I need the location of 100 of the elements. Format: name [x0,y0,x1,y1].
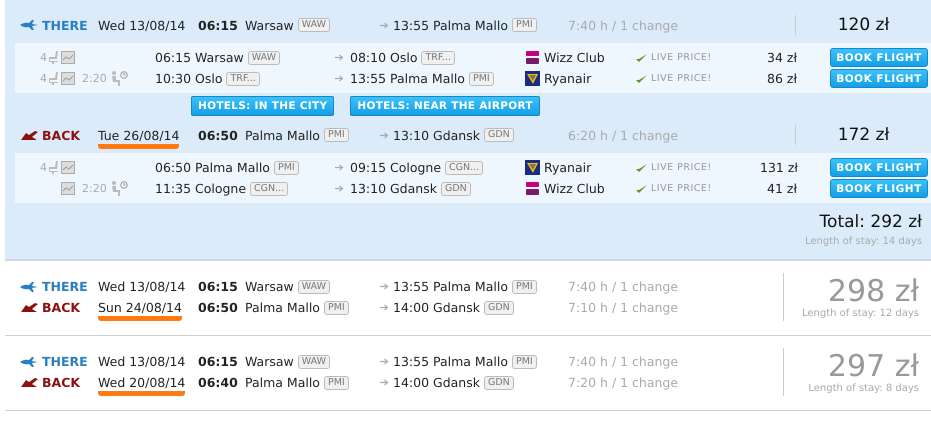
check-icon [636,184,647,194]
segment-price: 34 zł [766,50,797,65]
airport-code: PMI [324,128,349,142]
departure-city: Palma Mallo [245,128,320,142]
departure-place: 10:30 Oslo [155,71,222,86]
length-of-stay: Length of stay: 12 days [802,308,919,318]
flight-duration: 7:20 h / 1 change [568,375,678,390]
airline-name: Ryanair [544,160,592,175]
airport-code: PMI [512,280,537,294]
chart-icon [61,51,75,64]
departure-city: Warsaw [245,279,294,294]
live-price-label: LIVE PRICE! [651,73,712,84]
airport-code: PMI [512,354,537,368]
total-price: Total: 292 zł [820,212,922,232]
flight-duration: 7:40 h / 1 change [568,354,678,369]
book-flight-button[interactable]: BOOK FLIGHT [830,69,928,88]
direction-label: BACK [42,300,80,315]
arrival-place: 08:10 Oslo [350,50,418,65]
segment-price: 131 zł [760,160,797,175]
check-icon [636,74,647,84]
leg-price: 120 zł [795,15,931,35]
airport-code: CGN... [445,160,484,174]
segment-price: 86 zł [766,71,797,86]
trip-price: 298 zł [828,276,919,308]
airport-code: PMI [468,72,494,86]
segment-price: 41 zł [766,181,797,196]
book-flight-button[interactable]: BOOK FLIGHT [830,158,928,177]
book-flight-button[interactable]: BOOK FLIGHT [830,48,928,67]
flight-duration: 6:20 h / 1 change [568,128,680,142]
arrow-icon [335,54,344,61]
departure-city: Warsaw [245,18,294,32]
airport-code: WAW [298,18,330,32]
arrow-icon [335,164,344,171]
plane-icon [20,356,39,366]
departure-time: 06:15 [198,18,239,32]
airport-code: PMI [512,18,537,32]
airport-code: GDN [484,376,514,390]
flight-date: Wed 13/08/14 [98,18,186,34]
direction-label: THERE [42,354,88,369]
book-flight-button[interactable]: BOOK FLIGHT [830,179,928,198]
arrival-place: 13:55 Palma Mallo [393,18,508,32]
seat-icon [49,161,59,174]
layover-time: 2:20 [82,182,107,195]
hotels-button[interactable]: HOTELS: IN THE CITY [191,96,334,116]
flight-date: Wed 13/08/14 [98,354,186,371]
airport-code: TRF... [421,50,455,64]
flight-duration: 7:40 h / 1 change [568,279,678,294]
length-of-stay: Length of stay: 8 days [808,382,919,394]
plane-icon [20,130,39,140]
plane-icon [20,377,39,388]
live-price-label: LIVE PRICE! [651,52,712,63]
arrival-place: 13:55 Palma Mallo [393,279,508,294]
chart-icon [61,182,75,195]
departure-city: Palma Mallo [245,375,320,390]
seat-count: 4 [40,51,47,64]
departure-place: 06:50 Palma Mallo [155,160,270,175]
chart-icon [61,72,75,85]
flight-duration: 7:40 h / 1 change [568,18,680,32]
seat-icon [49,51,59,64]
flight-date: Wed 13/08/14 [98,279,186,296]
airline-name: Wizz Club [544,50,605,65]
airport-code: PMI [324,300,349,314]
airport-code: CGN... [250,182,288,196]
arrow-icon [335,185,344,192]
arrow-icon [380,304,389,311]
arrival-place: 09:15 Cologne [350,160,442,175]
airport-code: TRF... [226,72,260,86]
departure-city: Warsaw [245,354,294,369]
airport-code: WAW [298,354,330,368]
direction-label: BACK [42,375,80,390]
airline-logo-icon [525,71,540,86]
arrow-icon [335,75,344,82]
departure-place: 06:15 Warsaw [155,50,244,65]
arrow-icon [380,358,389,365]
check-icon [636,162,647,172]
waiting-person-icon [110,71,128,86]
seat-icon [49,72,59,85]
airport-code: WAW [248,50,280,64]
airline-logo-icon [525,181,540,196]
departure-time: 06:15 [198,354,239,369]
arrival-place: 13:10 Gdansk [350,181,437,196]
seat-count: 4 [40,161,47,174]
arrival-place: 13:55 Palma Mallo [393,354,508,369]
departure-time: 06:40 [198,375,239,390]
direction-label: THERE [42,18,88,32]
flight-date: Tue 26/08/14 [98,128,180,148]
airline-name: Wizz Club [544,181,605,196]
flight-duration: 7:10 h / 1 change [568,300,678,315]
direction-label: THERE [42,279,88,294]
direction-label: BACK [42,128,80,142]
airport-code: PMI [274,160,299,174]
plane-icon [20,282,39,292]
departure-time: 06:15 [198,279,239,294]
airline-logo-icon [525,50,540,65]
length-of-stay: Length of stay: 14 days [805,236,922,247]
hotels-button[interactable]: HOTELS: NEAR THE AIRPORT [350,96,540,116]
waiting-person-icon [110,181,128,196]
arrow-icon [380,22,389,28]
flight-date: Sun 24/08/14 [98,300,182,321]
live-price-label: LIVE PRICE! [651,162,712,173]
